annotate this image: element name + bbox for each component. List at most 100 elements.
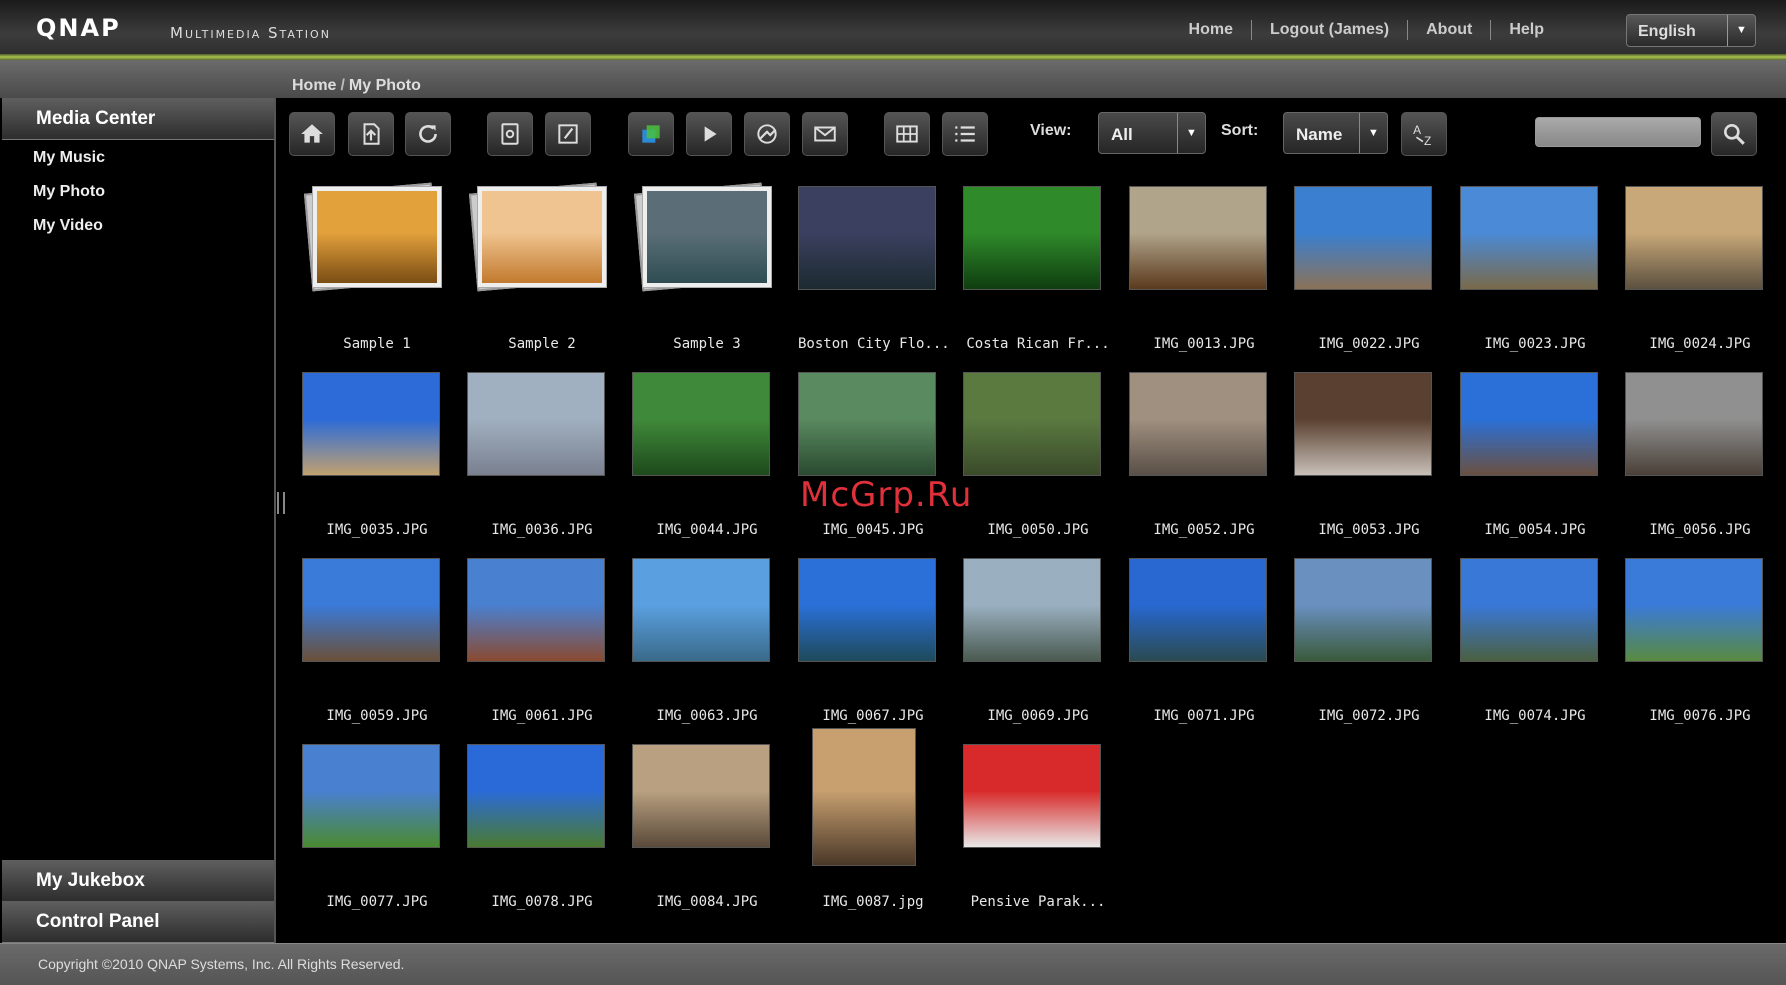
photo-item[interactable]: IMG_0069.JPG [963, 558, 1113, 728]
photo-item[interactable]: IMG_0063.JPG [632, 558, 782, 728]
photo-item[interactable]: IMG_0035.JPG [302, 372, 452, 542]
photo-caption: IMG_0035.JPG [326, 522, 428, 538]
photo-caption: IMG_0056.JPG [1649, 522, 1751, 538]
photo-item[interactable]: IMG_0087.jpg [798, 728, 948, 914]
photo-thumbnail [467, 558, 605, 662]
photo-item[interactable]: IMG_0076.JPG [1625, 558, 1775, 728]
photo-item[interactable]: IMG_0053.JPG [1294, 372, 1444, 542]
album-frame [477, 186, 607, 288]
sidebar-item-my-music[interactable]: My Music [33, 149, 105, 167]
photo-caption: IMG_0013.JPG [1153, 336, 1255, 352]
photo-item[interactable]: IMG_0071.JPG [1129, 558, 1279, 728]
settings-button[interactable] [487, 112, 533, 156]
photo-item[interactable]: IMG_0024.JPG [1625, 186, 1775, 356]
app-window: QNAP Multimedia Station Home Logout (Jam… [0, 0, 1786, 985]
share-button[interactable] [744, 112, 790, 156]
nav-help-link[interactable]: Help [1491, 20, 1562, 40]
photo-item[interactable]: IMG_0084.JPG [632, 744, 782, 914]
photo-caption: IMG_0023.JPG [1484, 336, 1586, 352]
language-select[interactable]: English ▼ [1626, 14, 1756, 47]
photo-thumbnail [1129, 558, 1267, 662]
header-bar: QNAP Multimedia Station Home Logout (Jam… [0, 0, 1786, 56]
photo-thumbnail [798, 558, 936, 662]
nav-about-link[interactable]: About [1408, 20, 1492, 40]
photo-thumbnail [798, 186, 936, 290]
slideshow-button[interactable] [628, 112, 674, 156]
upload-button[interactable] [348, 112, 394, 156]
photo-item[interactable]: IMG_0052.JPG [1129, 372, 1279, 542]
qnap-logo[interactable]: QNAP [36, 14, 121, 42]
grid-view-icon [896, 125, 918, 143]
photo-item[interactable]: Boston City Flo... [798, 186, 948, 356]
album-frame [642, 186, 772, 288]
breadcrumb-current[interactable]: My Photo [349, 77, 421, 94]
nav-home-link[interactable]: Home [1171, 20, 1252, 40]
album-thumbnail [647, 191, 767, 283]
sort-order-button[interactable]: AZ [1401, 112, 1447, 156]
refresh-button[interactable] [405, 112, 451, 156]
photo-caption: IMG_0044.JPG [656, 522, 758, 538]
album-thumbnail [317, 191, 437, 283]
photo-item[interactable]: IMG_0077.JPG [302, 744, 452, 914]
breadcrumb-home[interactable]: Home [292, 77, 336, 94]
photo-item[interactable]: Sample 2 [467, 182, 617, 356]
photo-item[interactable]: IMG_0054.JPG [1460, 372, 1610, 542]
photo-item[interactable]: IMG_0067.JPG [798, 558, 948, 728]
list-view-button[interactable] [942, 112, 988, 156]
refresh-icon [419, 125, 437, 143]
photo-item[interactable]: IMG_0022.JPG [1294, 186, 1444, 356]
photo-caption: Sample 2 [508, 336, 576, 352]
photo-caption: IMG_0063.JPG [656, 708, 758, 724]
photo-thumbnail [798, 372, 936, 476]
photo-item[interactable]: IMG_0044.JPG [632, 372, 782, 542]
album-thumbnail [482, 191, 602, 283]
search-input[interactable] [1535, 117, 1701, 147]
photo-item[interactable]: IMG_0074.JPG [1460, 558, 1610, 728]
photo-item[interactable]: IMG_0061.JPG [467, 558, 617, 728]
play-button[interactable] [686, 112, 732, 156]
photo-item[interactable]: IMG_0059.JPG [302, 558, 452, 728]
mail-button[interactable] [802, 112, 848, 156]
grid-view-button[interactable] [884, 112, 930, 156]
view-label: View: [1030, 122, 1072, 139]
photo-item[interactable]: IMG_0023.JPG [1460, 186, 1610, 356]
view-select[interactable]: All ▼ [1098, 112, 1206, 154]
search-button[interactable] [1711, 112, 1757, 156]
photo-item[interactable]: IMG_0050.JPG [963, 372, 1113, 542]
photo-item[interactable]: IMG_0072.JPG [1294, 558, 1444, 728]
sidebar-item-my-photo[interactable]: My Photo [33, 183, 105, 201]
photo-thumbnail [302, 744, 440, 848]
nav-logout-link[interactable]: Logout (James) [1252, 20, 1409, 40]
photo-item[interactable]: IMG_0013.JPG [1129, 186, 1279, 356]
photo-item[interactable]: IMG_0045.JPG [798, 372, 948, 542]
photo-thumbnail [1129, 186, 1267, 290]
photo-thumbnail [1625, 372, 1763, 476]
photo-item[interactable]: Pensive Parak... [963, 744, 1113, 914]
sidebar-item-my-video[interactable]: My Video [33, 217, 103, 235]
breadcrumb: Home / My Photo [292, 77, 421, 95]
svg-text:A: A [1413, 123, 1421, 137]
photo-item[interactable]: IMG_0078.JPG [467, 744, 617, 914]
photo-item[interactable]: Costa Rican Fr... [963, 186, 1113, 356]
footer: Copyright ©2010 QNAP Systems, Inc. All R… [0, 943, 1786, 985]
photo-item[interactable]: Sample 1 [302, 182, 452, 356]
edit-button[interactable] [545, 112, 591, 156]
photo-thumbnail [302, 372, 440, 476]
photo-caption: IMG_0071.JPG [1153, 708, 1255, 724]
panel-splitter-handle[interactable] [277, 492, 285, 514]
photo-thumbnail [963, 372, 1101, 476]
photo-caption: IMG_0045.JPG [822, 522, 924, 538]
sidebar-header-media-center[interactable]: Media Center [2, 98, 274, 140]
sidebar-header-control-panel[interactable]: Control Panel [2, 901, 274, 943]
chevron-down-icon: ▼ [1727, 15, 1755, 46]
photo-item[interactable]: IMG_0036.JPG [467, 372, 617, 542]
chevron-down-icon: ▼ [1359, 113, 1387, 153]
share-icon [757, 124, 777, 144]
sidebar-header-my-jukebox[interactable]: My Jukebox [2, 860, 274, 902]
search-icon [1724, 124, 1745, 145]
sort-select[interactable]: Name ▼ [1283, 112, 1388, 154]
photo-item[interactable]: Sample 3 [632, 182, 782, 356]
photo-thumbnail [1129, 372, 1267, 476]
photo-item[interactable]: IMG_0056.JPG [1625, 372, 1775, 542]
home-button[interactable] [289, 112, 335, 156]
